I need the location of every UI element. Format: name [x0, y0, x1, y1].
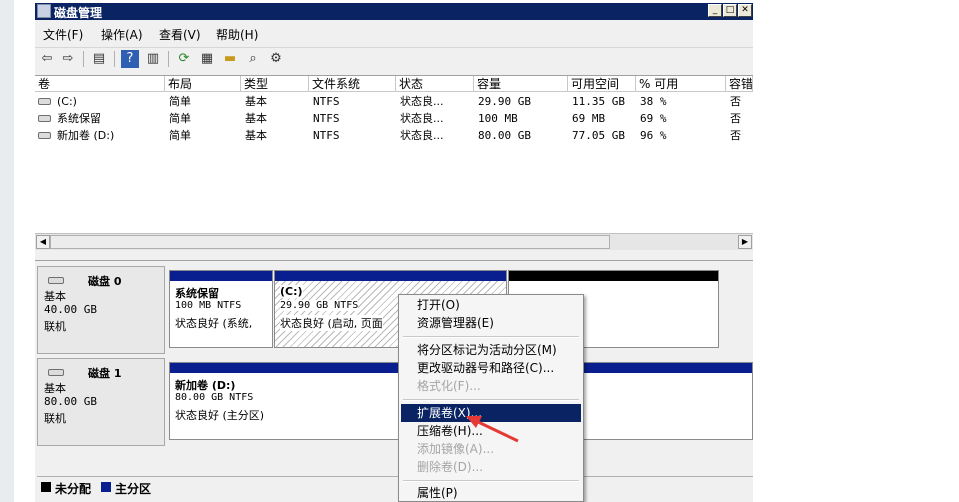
annotation-arrow-line — [473, 418, 519, 443]
annotation-arrow — [466, 416, 519, 443]
